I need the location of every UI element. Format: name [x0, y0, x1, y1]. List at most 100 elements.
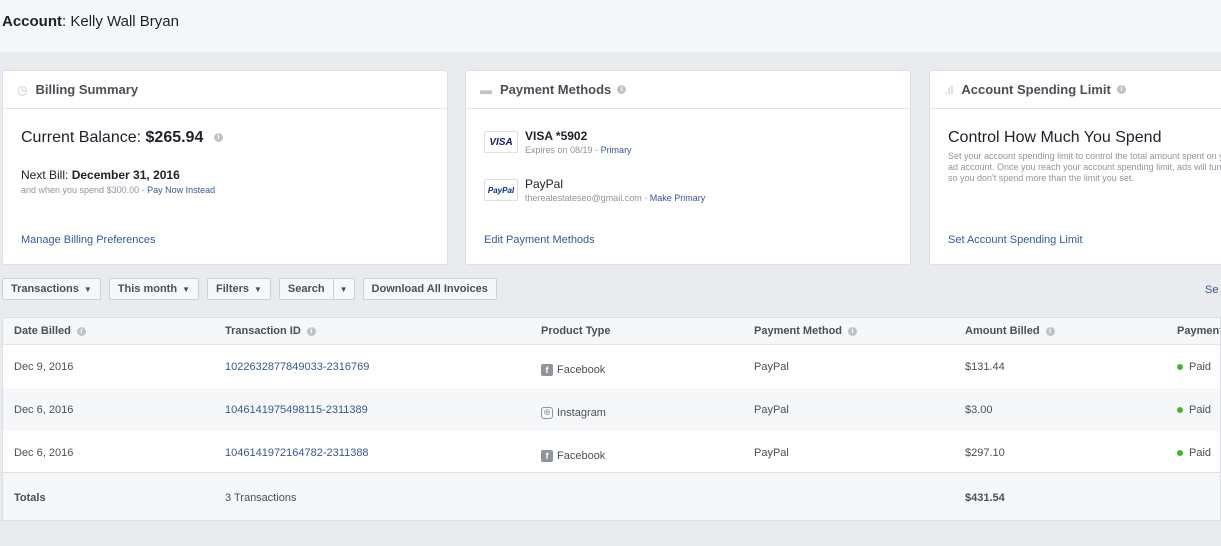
info-icon[interactable]: i: [848, 326, 858, 336]
balance-label: Current Balance:: [21, 129, 142, 146]
facebook-icon: f: [541, 363, 553, 376]
info-icon[interactable]: i: [306, 326, 316, 336]
visa-expiry: Expires on 08/19 -: [525, 145, 599, 155]
download-label: Download All Invoices: [371, 283, 488, 295]
header-label: Amount Billed: [965, 325, 1040, 337]
date-billed: Dec 6, 2016: [14, 403, 74, 416]
make-primary-link[interactable]: Make Primary: [650, 193, 706, 203]
header-amount-billed[interactable]: Amount Billed i: [965, 325, 1055, 337]
product-type: ◎ Instagram: [541, 406, 606, 419]
filters-dropdown[interactable]: Filters ▼: [206, 278, 271, 300]
payment-status: Paid: [1177, 404, 1211, 416]
totals-amount: $431.54: [965, 491, 1005, 504]
caret-down-icon: ▼: [254, 284, 262, 294]
set-spending-limit-link[interactable]: Set Account Spending Limit: [948, 234, 1083, 246]
header-product-type[interactable]: Product Type: [541, 325, 610, 337]
amount-billed: $131.44: [965, 360, 1005, 373]
info-icon[interactable]: i: [1045, 326, 1055, 336]
payment-method: PayPal: [754, 446, 789, 459]
header-date-billed[interactable]: Date Billed i: [14, 325, 86, 337]
header-payment-status[interactable]: Payment: [1177, 325, 1221, 337]
header-label: Transaction ID: [225, 325, 301, 337]
product-name: Instagram: [557, 406, 606, 419]
manage-billing-link[interactable]: Manage Billing Preferences: [21, 234, 156, 246]
threshold-text: and when you spend $300.00 -: [21, 185, 145, 195]
product-type: f Facebook: [541, 363, 606, 376]
bar-chart-icon: .ıl: [944, 82, 954, 97]
billing-summary-header: ◷ Billing Summary: [3, 71, 447, 109]
amount-billed: $3.00: [965, 403, 993, 416]
transactions-dropdown[interactable]: Transactions ▼: [2, 278, 101, 300]
spending-limit-card: .ıl Account Spending Limit i Control How…: [929, 70, 1221, 265]
visa-sub: Expires on 08/19 - Primary: [525, 145, 632, 155]
status-label: Paid: [1189, 403, 1212, 416]
transaction-id-link[interactable]: 1022632877849033-2316769: [225, 361, 369, 373]
spending-limit-title: Account Spending Limit: [961, 82, 1111, 97]
payment-methods-card: ▬ Payment Methods i VISA VISA *5902 Expi…: [465, 70, 911, 265]
visa-logo-icon: VISA: [484, 131, 518, 153]
paypal-name: PayPal: [525, 177, 564, 191]
paypal-logo-icon: PayPal: [484, 179, 518, 201]
spending-limit-heading: Control How Much You Spend: [948, 129, 1162, 146]
next-bill: Next Bill: December 31, 2016: [21, 168, 180, 182]
product-name: Facebook: [557, 363, 606, 376]
billing-summary-title: Billing Summary: [35, 82, 139, 97]
card-icon: ▬: [480, 82, 492, 97]
payment-method-paypal: PayPal PayPal therealestateseo@gmail.com…: [484, 177, 705, 203]
transaction-id-link[interactable]: 1046141975498115-2311389: [225, 404, 368, 416]
totals-label: Totals: [14, 491, 46, 504]
period-dropdown[interactable]: This month ▼: [108, 278, 199, 300]
search-label: Search: [287, 283, 325, 295]
paid-status-dot: [1177, 363, 1183, 370]
info-icon[interactable]: i: [1116, 85, 1126, 94]
table-row[interactable]: Dec 6, 2016 1046141972164782-2311388 f Fa…: [3, 431, 1220, 474]
totals-row: Totals 3 Transactions $431.54: [3, 472, 1220, 520]
caret-down-icon: ▼: [83, 284, 92, 294]
caret-down-icon: ▼: [339, 284, 348, 294]
search-options-button[interactable]: ▼: [333, 278, 355, 300]
table-row[interactable]: Dec 6, 2016 1046141975498115-2311389 ◎ In…: [3, 388, 1220, 431]
info-icon[interactable]: i: [617, 85, 627, 94]
header-transaction-id[interactable]: Transaction ID i: [225, 325, 316, 337]
table-row[interactable]: Dec 9, 2016 1022632877849033-2316769 f Fa…: [3, 345, 1220, 388]
table-header: Date Billed i Transaction ID i Product Typ…: [3, 318, 1221, 345]
payment-method-visa: VISA VISA *5902 Expires on 08/19 - Prima…: [484, 129, 632, 155]
date-billed: Dec 9, 2016: [14, 360, 74, 373]
primary-link[interactable]: Primary: [601, 145, 632, 155]
instagram-icon: ◎: [541, 406, 553, 419]
transaction-id-link[interactable]: 1046141972164782-2311388: [225, 447, 369, 459]
product-name: Facebook: [557, 449, 606, 462]
product-type: f Facebook: [541, 449, 606, 462]
payment-status: Paid: [1177, 447, 1211, 459]
totals-count: 3 Transactions: [225, 491, 297, 504]
header-label: Date Billed: [14, 325, 71, 337]
clock-icon: ◷: [17, 82, 28, 97]
search-button[interactable]: Search: [278, 278, 334, 300]
header-payment-method[interactable]: Payment Method i: [754, 325, 858, 337]
payment-method: PayPal: [754, 360, 789, 373]
paypal-email: therealestateseo@gmail.com -: [525, 193, 648, 203]
account-name: Kelly Wall Bryan: [70, 13, 179, 30]
date-billed: Dec 6, 2016: [14, 446, 74, 459]
transactions-table: Date Billed i Transaction ID i Product Typ…: [2, 317, 1221, 521]
status-label: Paid: [1189, 360, 1212, 373]
toolbar-right-link[interactable]: Se: [1205, 284, 1218, 296]
info-icon[interactable]: i: [76, 326, 86, 336]
period-label: This month: [117, 283, 178, 295]
account-title: Account: Kelly Wall Bryan: [2, 13, 179, 30]
account-header: Account: Kelly Wall Bryan: [0, 0, 1221, 52]
status-label: Paid: [1189, 446, 1212, 459]
download-invoices-button[interactable]: Download All Invoices: [362, 278, 497, 300]
pay-now-link[interactable]: Pay Now Instead: [147, 185, 215, 195]
spending-limit-description: Set your account spending limit to contr…: [948, 151, 1221, 183]
account-label: Account: [2, 13, 62, 30]
paid-status-dot: [1177, 449, 1183, 456]
edit-payment-methods-link[interactable]: Edit Payment Methods: [484, 234, 595, 246]
header-label: Product Type: [541, 325, 611, 337]
search-group: Search ▼: [278, 278, 355, 300]
info-icon[interactable]: i: [213, 133, 223, 143]
balance-value: $265.94: [145, 129, 204, 146]
payment-method: PayPal: [754, 403, 789, 416]
billing-summary-card: ◷ Billing Summary Current Balance: $265.…: [2, 70, 448, 265]
header-label: Payment: [1177, 325, 1221, 337]
